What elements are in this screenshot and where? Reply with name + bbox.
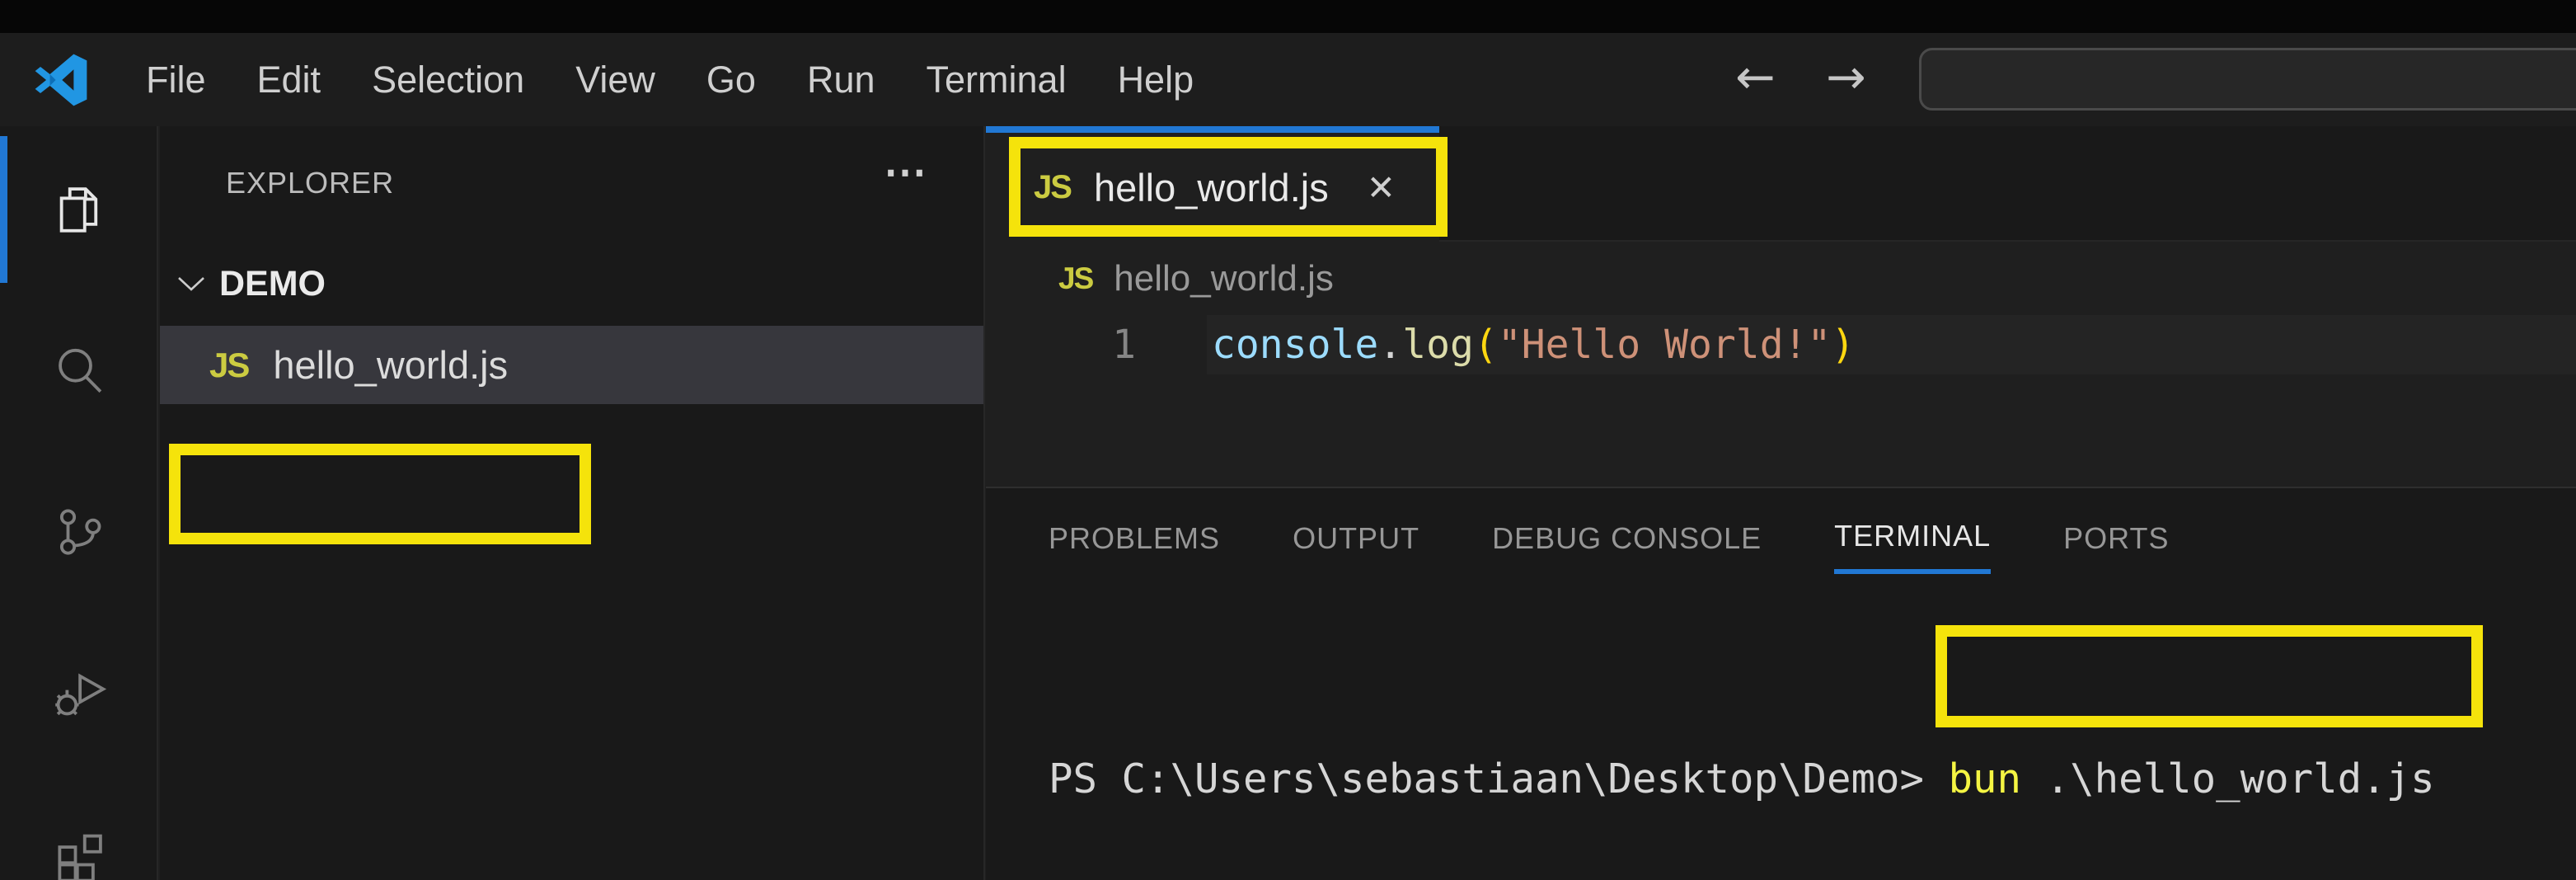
menu-edit[interactable]: Edit xyxy=(232,33,347,126)
vscode-logo-icon xyxy=(35,54,87,106)
active-view-indicator xyxy=(0,136,7,283)
tab-hello-world[interactable]: JS hello_world.js ✕ xyxy=(986,126,1439,242)
token-string: "Hello World!" xyxy=(1498,322,1832,368)
bottom-panel: PROBLEMS OUTPUT DEBUG CONSOLE TERMINAL P… xyxy=(986,487,2576,880)
back-arrow-icon[interactable]: ← xyxy=(1735,33,1776,126)
terminal-line-command: PS C:\Users\sebastiaan\Desktop\Demo> bun… xyxy=(1049,752,2576,807)
tab-terminal[interactable]: TERMINAL xyxy=(1834,503,1991,574)
js-file-icon: JS xyxy=(209,346,248,385)
folder-name: DEMO xyxy=(219,264,326,304)
activity-bar xyxy=(0,126,158,880)
vscode-window: File Edit Selection View Go Run Terminal… xyxy=(0,0,2576,880)
tab-label: hello_world.js xyxy=(1094,165,1329,210)
close-icon[interactable]: ✕ xyxy=(1367,167,1396,208)
source-control-icon[interactable] xyxy=(49,502,109,562)
terminal-output[interactable]: PS C:\Users\sebastiaan\Desktop\Demo> bun… xyxy=(1049,643,2576,880)
editor-area: JS hello_world.js ✕ JS hello_world.js 1 … xyxy=(986,126,2576,880)
window-top-strip xyxy=(0,0,2576,33)
tab-ports[interactable]: PORTS xyxy=(2063,503,2169,574)
js-file-icon: JS xyxy=(1034,169,1071,206)
code-line-1[interactable]: 1 console.log("Hello World!") xyxy=(986,315,2576,374)
search-icon[interactable] xyxy=(49,341,109,401)
forward-arrow-icon[interactable]: → xyxy=(1826,33,1866,126)
sidebar-title: EXPLORER xyxy=(226,166,394,200)
menu-go[interactable]: Go xyxy=(681,33,781,126)
menu-run[interactable]: Run xyxy=(781,33,901,126)
terminal-prompt: PS C:\Users\sebastiaan\Desktop\Demo> xyxy=(1049,755,1924,802)
file-row-hello-world[interactable]: JS hello_world.js xyxy=(160,326,983,404)
token-console: console xyxy=(1212,322,1378,368)
token-log: log xyxy=(1402,322,1474,368)
tab-problems[interactable]: PROBLEMS xyxy=(1049,503,1220,574)
chevron-down-icon xyxy=(176,275,206,293)
editor-tab-bar: JS hello_world.js ✕ xyxy=(986,126,2576,242)
folder-row-demo[interactable]: DEMO xyxy=(176,260,326,308)
token-close-paren: ) xyxy=(1831,322,1855,368)
titlebar: File Edit Selection View Go Run Terminal… xyxy=(0,33,2576,126)
code-text: console.log("Hello World!") xyxy=(1171,322,1855,368)
command-center-searchbox[interactable] xyxy=(1919,48,2576,111)
file-name: hello_world.js xyxy=(273,342,508,388)
explorer-icon[interactable] xyxy=(49,181,109,240)
terminal-command-args: .\hello_world.js xyxy=(2021,755,2435,802)
token-open-paren: ( xyxy=(1474,322,1498,368)
menu-view[interactable]: View xyxy=(550,33,681,126)
line-number: 1 xyxy=(986,322,1171,368)
menu-bar: File Edit Selection View Go Run Terminal… xyxy=(120,33,1219,126)
menu-terminal[interactable]: Terminal xyxy=(901,33,1092,126)
panel-tab-bar: PROBLEMS OUTPUT DEBUG CONSOLE TERMINAL P… xyxy=(986,488,2576,574)
menu-help[interactable]: Help xyxy=(1092,33,1220,126)
token-dot: . xyxy=(1378,322,1402,368)
terminal-command-bun: bun xyxy=(1949,755,2022,802)
menu-file[interactable]: File xyxy=(120,33,232,126)
breadcrumb[interactable]: JS hello_world.js xyxy=(986,243,2576,314)
explorer-sidebar: EXPLORER ⋯ DEMO JS hello_world.js xyxy=(160,126,985,880)
tab-output[interactable]: OUTPUT xyxy=(1293,503,1419,574)
run-debug-icon[interactable] xyxy=(49,663,109,722)
more-actions-icon[interactable]: ⋯ xyxy=(884,148,929,197)
menu-selection[interactable]: Selection xyxy=(346,33,550,126)
tab-debug-console[interactable]: DEBUG CONSOLE xyxy=(1492,503,1762,574)
js-file-icon: JS xyxy=(1058,261,1092,296)
extensions-icon[interactable] xyxy=(49,824,109,880)
breadcrumb-label: hello_world.js xyxy=(1114,258,1334,299)
